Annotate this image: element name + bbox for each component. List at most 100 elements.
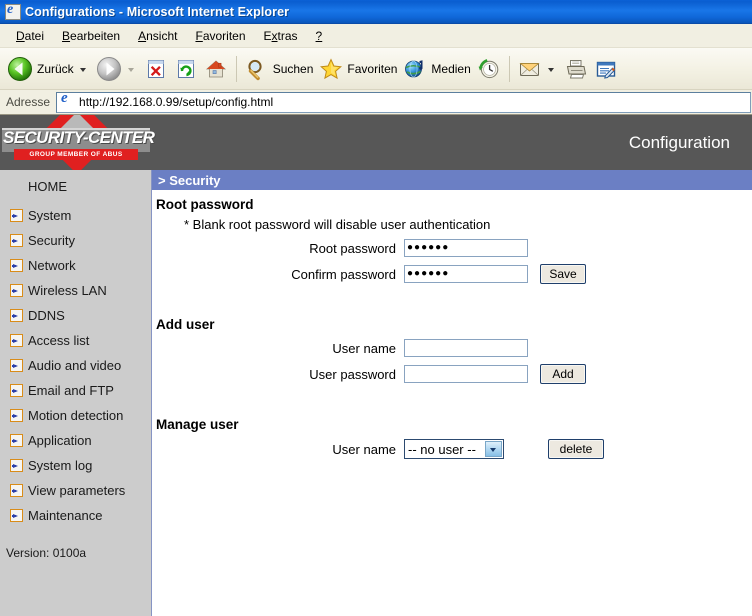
chevron-down-icon[interactable] [485,441,502,457]
sidebar-item-system[interactable]: System [0,203,151,228]
arrow-right-icon [10,384,23,397]
back-dropdown-icon[interactable] [79,68,86,72]
sidebar-item-ddns[interactable]: DDNS [0,303,151,328]
mail-button[interactable] [515,52,561,86]
home-button[interactable] [201,52,231,86]
toolbar-separator-2 [508,55,510,82]
root-password-input[interactable]: ●●●●●● [404,239,528,257]
window-title: Configurations - Microsoft Internet Expl… [25,4,290,19]
logo-sub-text: GROUP MEMBER OF ABUS [14,149,138,160]
manage-user-name-label: User name [332,441,396,457]
sidebar-item-maintenance[interactable]: Maintenance [0,503,151,528]
security-center-logo: SECURITY-CENTER GROUP MEMBER OF ABUS [0,115,155,175]
manage-user-select[interactable]: -- no user -- [404,439,504,459]
sidebar-item-label: View parameters [28,483,126,498]
menu-datei[interactable]: DDateiatei [7,27,53,45]
add-user-name-input[interactable] [404,339,528,357]
sidebar-item-motion-detection[interactable]: Motion detection [0,403,151,428]
sidebar-item-application[interactable]: Application [0,428,151,453]
sidebar-nav: HOME System Security Network Wireless LA… [0,170,152,616]
arrow-right-icon [10,359,23,372]
web-page: SECURITY-CENTER GROUP MEMBER OF ABUS Con… [0,115,752,616]
manage-user-row: User name -- no user -- delete [152,439,752,459]
confirm-password-row: Confirm password ●●●●●● Save [152,264,752,284]
arrow-right-icon [10,259,23,272]
mail-dropdown-icon[interactable] [547,68,554,72]
sidebar-item-security[interactable]: Security [0,228,151,253]
sidebar-item-system-log[interactable]: System log [0,453,151,478]
mail-icon [519,62,540,76]
back-arrow-icon [8,56,32,81]
menu-extras[interactable]: Extras [255,27,307,45]
sidebar-item-label: System [28,208,72,223]
address-input[interactable]: http://192.168.0.99/setup/config.html [56,90,751,113]
refresh-button[interactable] [171,52,201,86]
history-button[interactable] [474,52,504,86]
arrow-right-icon [10,309,23,322]
confirm-password-label: Confirm password [291,266,396,282]
search-label: Suchen [272,61,314,76]
sidebar-top: HOME System Security Network Wireless LA… [0,170,151,582]
search-icon [248,59,262,80]
menu-bearbeiten[interactable]: Bearbeiten [53,27,129,45]
add-user-password-label: User password [309,366,396,382]
sidebar-item-wireless-lan[interactable]: Wireless LAN [0,278,151,303]
sidebar-item-audio-and-video[interactable]: Audio and video [0,353,151,378]
sidebar-item-label: Email and FTP [28,383,114,398]
back-button[interactable]: Zurück [4,52,93,86]
address-label: Adresse [6,95,51,109]
arrow-right-icon [10,509,23,522]
add-user-section: Add user User name User password Add [152,310,752,384]
sidebar-item-home[interactable]: HOME [0,170,151,203]
media-label: Medien [431,61,471,76]
delete-user-button[interactable]: delete [548,439,604,459]
add-user-name-row: User name [152,339,752,357]
forward-button [93,52,141,86]
edit-button[interactable] [591,52,621,86]
manage-user-section: Manage user User name -- no user -- dele… [152,410,752,459]
banner-title: Configuration [628,132,730,152]
sidebar-fill [0,582,151,616]
sidebar-item-view-parameters[interactable]: View parameters [0,478,151,503]
add-user-button[interactable]: Add [540,364,586,384]
refresh-icon [177,59,194,78]
arrow-right-icon [10,234,23,247]
main-content: > Security Root password * Blank root pa… [152,170,752,616]
print-button[interactable] [561,52,591,86]
sidebar-item-label: Maintenance [28,508,103,523]
sidebar-item-label: DDNS [28,308,65,323]
sidebar-version: Version: 0100a [0,546,151,560]
toolbar-separator-1 [235,55,237,82]
menu-ansicht[interactable]: Ansicht [129,27,186,45]
arrow-right-icon [10,209,23,222]
window-titlebar: Configurations - Microsoft Internet Expl… [0,0,752,24]
favorites-button[interactable]: Favoriten [316,52,400,86]
manage-user-selected-option: -- no user -- [408,441,476,457]
address-bar: Adresse http://192.168.0.99/setup/config… [0,90,752,115]
page-body: HOME System Security Network Wireless LA… [0,170,752,616]
confirm-password-input[interactable]: ●●●●●● [404,265,528,283]
add-user-password-input[interactable] [404,365,528,383]
ie-document-icon [5,2,21,20]
add-user-heading: Add user [156,317,215,332]
menu-favoriten[interactable]: Favoriten [186,27,254,45]
arrow-right-icon [10,284,23,297]
stop-button[interactable] [141,52,171,86]
sidebar-item-network[interactable]: Network [0,253,151,278]
logo-main-text: SECURITY-CENTER [3,128,155,147]
browser-toolbar: Zurück Suchen Favoriten Medien [0,48,752,90]
arrow-right-icon [10,434,23,447]
sidebar-item-email-and-ftp[interactable]: Email and FTP [0,378,151,403]
printer-icon [566,59,586,78]
ie-page-icon [59,90,75,110]
arrow-right-icon [10,409,23,422]
save-button[interactable]: Save [540,264,586,284]
search-button[interactable]: Suchen [242,52,317,86]
sidebar-item-access-list[interactable]: Access list [0,328,151,353]
media-button[interactable]: Medien [400,52,473,86]
address-url-text: http://192.168.0.99/setup/config.html [79,95,274,109]
sidebar-item-label: Application [28,433,92,448]
sidebar-item-label: Access list [28,333,90,348]
menu-help[interactable]: ? [307,27,332,45]
history-clock-icon [478,58,499,78]
